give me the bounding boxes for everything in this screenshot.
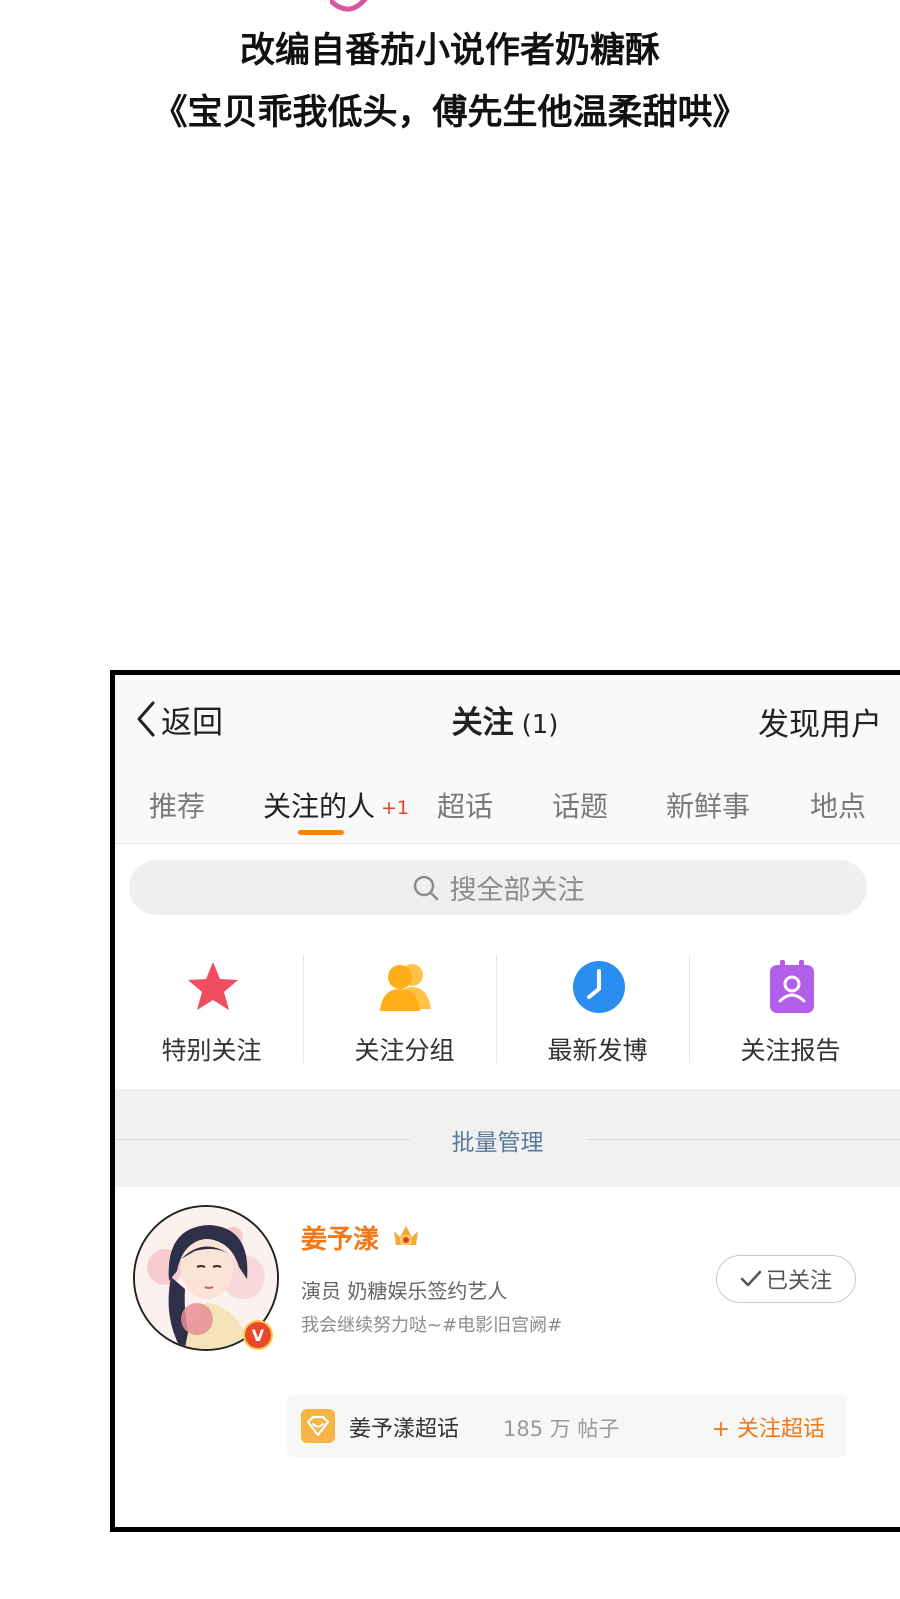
- active-tab-indicator: [298, 830, 344, 835]
- divider: [303, 955, 304, 1063]
- tab-news[interactable]: 新鲜事: [666, 785, 750, 825]
- tab-super-topics[interactable]: 超话: [437, 785, 493, 825]
- navigation-bar: 返回 关注 (1) 发现用户: [115, 675, 900, 762]
- search-input[interactable]: 搜全部关注: [129, 860, 867, 915]
- super-topic-row[interactable]: 姜予漾超话 185 万 帖子 + 关注超话: [287, 1395, 847, 1457]
- divider: [689, 955, 690, 1063]
- follow-super-topic-button[interactable]: + 关注超话: [712, 1411, 825, 1443]
- special-follow-label: 特别关注: [161, 1036, 262, 1065]
- diamond-icon: [306, 1415, 330, 1437]
- crown-badge-icon: [394, 1226, 418, 1245]
- batch-manage-button[interactable]: 批量管理: [115, 1123, 880, 1157]
- user-signature: 我会继续努力哒~#电影旧宫阙#: [301, 1315, 563, 1336]
- tab-places[interactable]: 地点: [810, 785, 866, 825]
- following-status-button[interactable]: 已关注: [716, 1255, 856, 1303]
- page-title-text: 关注: [451, 705, 514, 741]
- super-topic-name: 姜予漾超话: [349, 1417, 460, 1442]
- latest-posts-label: 最新发博: [547, 1036, 648, 1065]
- star-icon: [188, 962, 238, 1010]
- credit-line-title: 《宝贝乖我低头，傅先生他温柔甜哄》: [152, 93, 748, 133]
- verified-badge: V: [243, 1320, 273, 1350]
- group-icon: [380, 964, 431, 1011]
- tab-topics[interactable]: 话题: [552, 785, 608, 825]
- divider: [496, 955, 497, 1063]
- batch-manage-bar: 批量管理: [115, 1089, 900, 1187]
- tab-following-label: 关注的人: [263, 790, 376, 823]
- app-screen: 返回 关注 (1) 发现用户 推荐 关注的人 +1 超话 话题 新鲜事 地点 搜全部…: [110, 670, 900, 1532]
- new-follow-badge: +1: [381, 797, 410, 819]
- follow-groups-label: 关注分组: [354, 1036, 455, 1065]
- super-topic-post-count: 185 万 帖子: [503, 1417, 620, 1441]
- credit-line-author: 改编自番茄小说作者奶糖酥: [239, 31, 660, 71]
- special-follow-button[interactable]: 特别关注: [115, 937, 308, 1089]
- user-name[interactable]: 姜予漾: [301, 1219, 379, 1256]
- follow-report-label: 关注报告: [740, 1036, 841, 1065]
- decorative-curl: [330, 0, 368, 12]
- user-card[interactable]: V 姜予漾 演员 奶糖娱乐签约艺人 我会继续努力哒~#电影旧宫阙# 已关注 姜予…: [115, 1187, 900, 1527]
- user-description: 演员 奶糖娱乐签约艺人: [301, 1279, 508, 1303]
- tab-following[interactable]: 关注的人 +1: [263, 785, 409, 825]
- quick-actions: 特别关注 关注分组 最新发博 关注报告: [115, 937, 895, 1089]
- search-placeholder: 搜全部关注: [449, 875, 585, 906]
- tab-recommend[interactable]: 推荐: [149, 785, 205, 825]
- report-icon: [770, 960, 814, 1013]
- following-status-label: 已关注: [765, 1269, 832, 1294]
- follow-report-button[interactable]: 关注报告: [694, 937, 887, 1089]
- follow-groups-button[interactable]: 关注分组: [308, 937, 501, 1089]
- follow-count: (1): [521, 710, 559, 740]
- super-topic-icon: [301, 1409, 335, 1443]
- search-icon: [413, 875, 438, 900]
- tab-bar: 推荐 关注的人 +1 超话 话题 新鲜事 地点: [115, 761, 900, 844]
- latest-posts-button[interactable]: 最新发博: [501, 937, 694, 1089]
- check-icon: [740, 1270, 762, 1287]
- discover-users-button[interactable]: 发现用户: [758, 699, 882, 744]
- clock-icon: [573, 961, 625, 1013]
